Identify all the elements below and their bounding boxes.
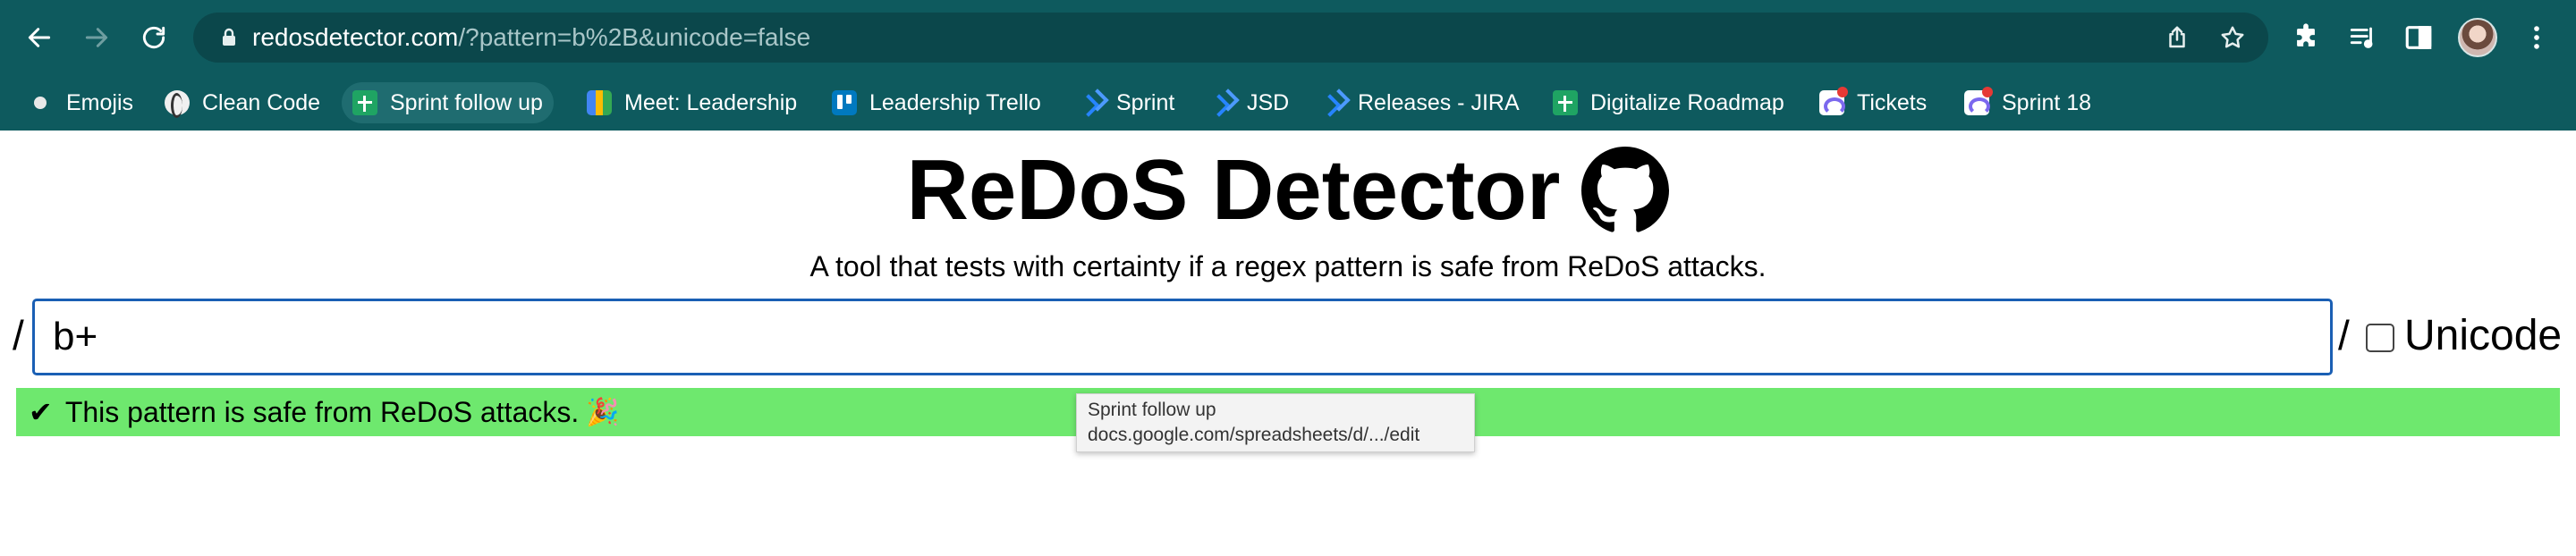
bookmark-label: Sprint 18 xyxy=(2002,89,2092,115)
bookmark-releases-jira[interactable]: Releases - JIRA xyxy=(1309,82,1530,123)
pattern-input[interactable] xyxy=(32,299,2333,375)
bookmark-meet-leadership[interactable]: Meet: Leadership xyxy=(576,82,808,123)
bookmark-label: Meet: Leadership xyxy=(624,89,798,115)
menu-icon[interactable] xyxy=(2517,18,2556,57)
google-sheets-icon xyxy=(1553,90,1578,115)
unicode-label[interactable]: Unicode xyxy=(2404,311,2562,360)
side-panel-icon[interactable] xyxy=(2399,18,2438,57)
jira-icon xyxy=(1320,90,1345,115)
bookmark-label: Emojis xyxy=(66,89,134,115)
forward-icon[interactable] xyxy=(75,16,118,59)
bookmark-jsd[interactable]: JSD xyxy=(1199,82,1300,123)
bookmark-sprint[interactable]: Sprint xyxy=(1068,82,1185,123)
address-bar[interactable]: redosdetector.com/?pattern=b%2B&unicode=… xyxy=(193,13,2268,63)
bookmark-digitalize-roadmap[interactable]: Digitalize Roadmap xyxy=(1542,82,1795,123)
github-icon[interactable] xyxy=(1581,147,1670,234)
media-icon[interactable] xyxy=(2343,18,2383,57)
bookmark-tickets[interactable]: Tickets xyxy=(1809,82,1937,123)
google-sheets-icon xyxy=(352,90,377,115)
google-meet-icon xyxy=(587,90,612,115)
trello-icon xyxy=(832,90,857,115)
bookmark-label: Digitalize Roadmap xyxy=(1590,89,1784,115)
bookmark-label: Releases - JIRA xyxy=(1358,89,1520,115)
back-icon[interactable] xyxy=(18,16,61,59)
header: ReDoS Detector xyxy=(0,141,2576,240)
bookmark-label: JSD xyxy=(1247,89,1290,115)
bookmark-label: Sprint xyxy=(1116,89,1175,115)
clickup-icon xyxy=(1819,87,1848,115)
bookmarks-bar: Emojis Clean Code Sprint follow up Meet:… xyxy=(0,75,2576,131)
jira-icon xyxy=(1209,90,1234,115)
clean-code-icon xyxy=(165,90,190,118)
bookmark-leadership-trello[interactable]: Leadership Trello xyxy=(821,82,1052,123)
bookmark-sprint-follow-up[interactable]: Sprint follow up xyxy=(342,82,554,123)
clickup-icon xyxy=(1964,87,1993,115)
share-icon[interactable] xyxy=(2161,21,2193,54)
dot-icon xyxy=(34,97,47,109)
bookmark-tooltip: Sprint follow up docs.google.com/spreads… xyxy=(1076,393,1475,452)
bookmark-label: Leadership Trello xyxy=(869,89,1041,115)
profile-avatar[interactable] xyxy=(2458,18,2497,57)
bookmark-label: Sprint follow up xyxy=(390,89,543,115)
reload-icon[interactable] xyxy=(132,16,175,59)
extensions-icon[interactable] xyxy=(2286,18,2326,57)
tooltip-url: docs.google.com/spreadsheets/d/.../edit xyxy=(1088,425,1420,445)
party-popper-icon: 🎉 xyxy=(586,397,620,427)
star-icon[interactable] xyxy=(2216,21,2249,54)
checkmark-icon: ✔ xyxy=(29,396,53,428)
lock-icon[interactable] xyxy=(218,27,240,48)
unicode-checkbox[interactable] xyxy=(2366,324,2394,352)
jira-icon xyxy=(1079,90,1104,115)
regex-open-slash: / xyxy=(13,312,24,358)
result-text: This pattern is safe from ReDoS attacks. xyxy=(64,395,580,428)
bookmark-label: Tickets xyxy=(1857,89,1928,115)
bookmark-label: Clean Code xyxy=(202,89,321,115)
regex-close-slash: / xyxy=(2338,312,2350,358)
bookmark-clean-code[interactable]: Clean Code xyxy=(154,82,331,123)
url-text[interactable]: redosdetector.com/?pattern=b%2B&unicode=… xyxy=(252,21,810,54)
tooltip-title: Sprint follow up xyxy=(1088,400,1216,420)
subtitle: A tool that tests with certainty if a re… xyxy=(809,250,1767,282)
bookmark-emojis[interactable]: Emojis xyxy=(16,82,144,123)
page-title: ReDoS Detector xyxy=(906,142,1561,238)
bookmark-sprint-18[interactable]: Sprint 18 xyxy=(1953,82,2102,123)
browser-toolbar: redosdetector.com/?pattern=b%2B&unicode=… xyxy=(0,0,2576,75)
